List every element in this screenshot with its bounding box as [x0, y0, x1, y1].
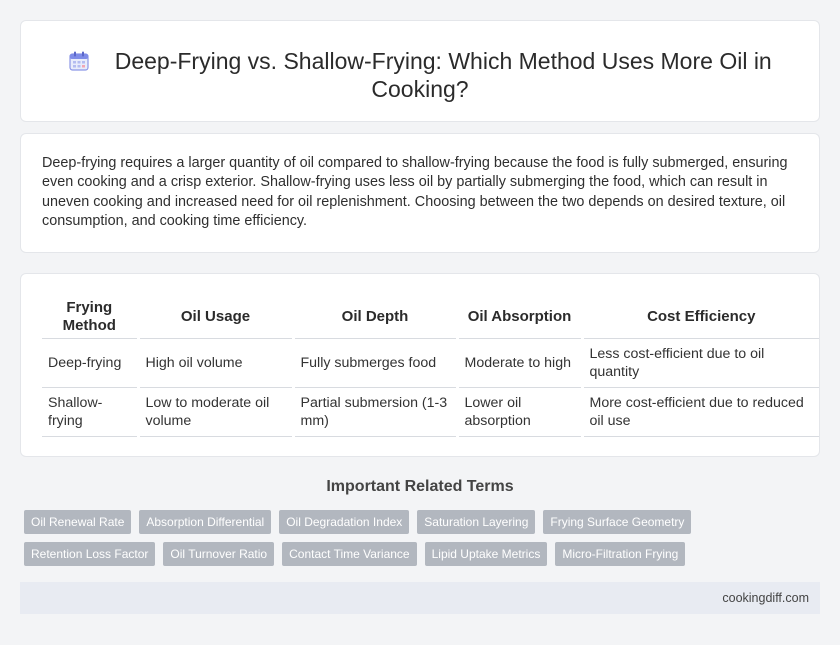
table-cell: Fully submerges food [291, 338, 457, 388]
table-header-row: Frying Method Oil Usage Oil Depth Oil Ab… [42, 296, 819, 339]
title-wrap: Deep-Frying vs. Shallow-Frying: Which Me… [61, 47, 779, 103]
tag-oil-renewal-rate[interactable]: Oil Renewal Rate [24, 510, 132, 534]
tag-lipid-uptake-metrics[interactable]: Lipid Uptake Metrics [424, 542, 548, 566]
footer-site-link[interactable]: cookingdiff.com [722, 591, 809, 605]
footer: cookingdiff.com [20, 582, 820, 614]
tag-absorption-differential[interactable]: Absorption Differential [139, 510, 272, 534]
related-terms-tags: Oil Renewal Rate Absorption Differential… [24, 510, 724, 574]
table-cell: More cost-efficient due to reduced oil u… [580, 387, 819, 437]
tag-oil-degradation-index[interactable]: Oil Degradation Index [279, 510, 410, 534]
column-header-oil-usage: Oil Usage [136, 296, 293, 339]
title-card: Deep-Frying vs. Shallow-Frying: Which Me… [20, 20, 820, 122]
comparison-table: Frying Method Oil Usage Oil Depth Oil Ab… [42, 296, 819, 437]
summary-text: Deep-frying requires a larger quantity o… [42, 155, 788, 230]
column-header-oil-depth: Oil Depth [291, 296, 457, 339]
tag-retention-loss-factor[interactable]: Retention Loss Factor [24, 542, 156, 566]
page-title: Deep-Frying vs. Shallow-Frying: Which Me… [114, 48, 772, 102]
tag-row: Retention Loss Factor Oil Turnover Ratio… [24, 542, 724, 566]
column-header-oil-absorption: Oil Absorption [455, 296, 582, 339]
table-cell: Partial submersion (1-3 mm) [291, 387, 457, 437]
tag-contact-time-variance[interactable]: Contact Time Variance [282, 542, 417, 566]
tag-saturation-layering[interactable]: Saturation Layering [417, 510, 536, 534]
table-cell: Shallow-frying [42, 387, 138, 437]
table-row: Deep-frying High oil volume Fully submer… [42, 338, 819, 388]
calendar-icon [69, 51, 89, 71]
tag-frying-surface-geometry[interactable]: Frying Surface Geometry [543, 510, 692, 534]
summary-card: Deep-frying requires a larger quantity o… [20, 133, 820, 253]
table-cell: Lower oil absorption [455, 387, 582, 437]
table-cell: Low to moderate oil volume [136, 387, 293, 437]
column-header-frying-method: Frying Method [42, 296, 138, 339]
column-header-cost-efficiency: Cost Efficiency [580, 296, 819, 339]
tag-micro-filtration-frying[interactable]: Micro-Filtration Frying [555, 542, 686, 566]
table-cell: Deep-frying [42, 338, 138, 388]
tag-row: Oil Renewal Rate Absorption Differential… [24, 510, 724, 534]
tag-oil-turnover-ratio[interactable]: Oil Turnover Ratio [163, 542, 275, 566]
table-cell: Less cost-efficient due to oil quantity [580, 338, 819, 388]
table-row: Shallow-frying Low to moderate oil volum… [42, 387, 819, 437]
table-cell: Moderate to high [455, 338, 582, 388]
comparison-card: Frying Method Oil Usage Oil Depth Oil Ab… [20, 273, 820, 457]
table-cell: High oil volume [136, 338, 293, 388]
related-terms-heading: Important Related Terms [326, 478, 514, 495]
